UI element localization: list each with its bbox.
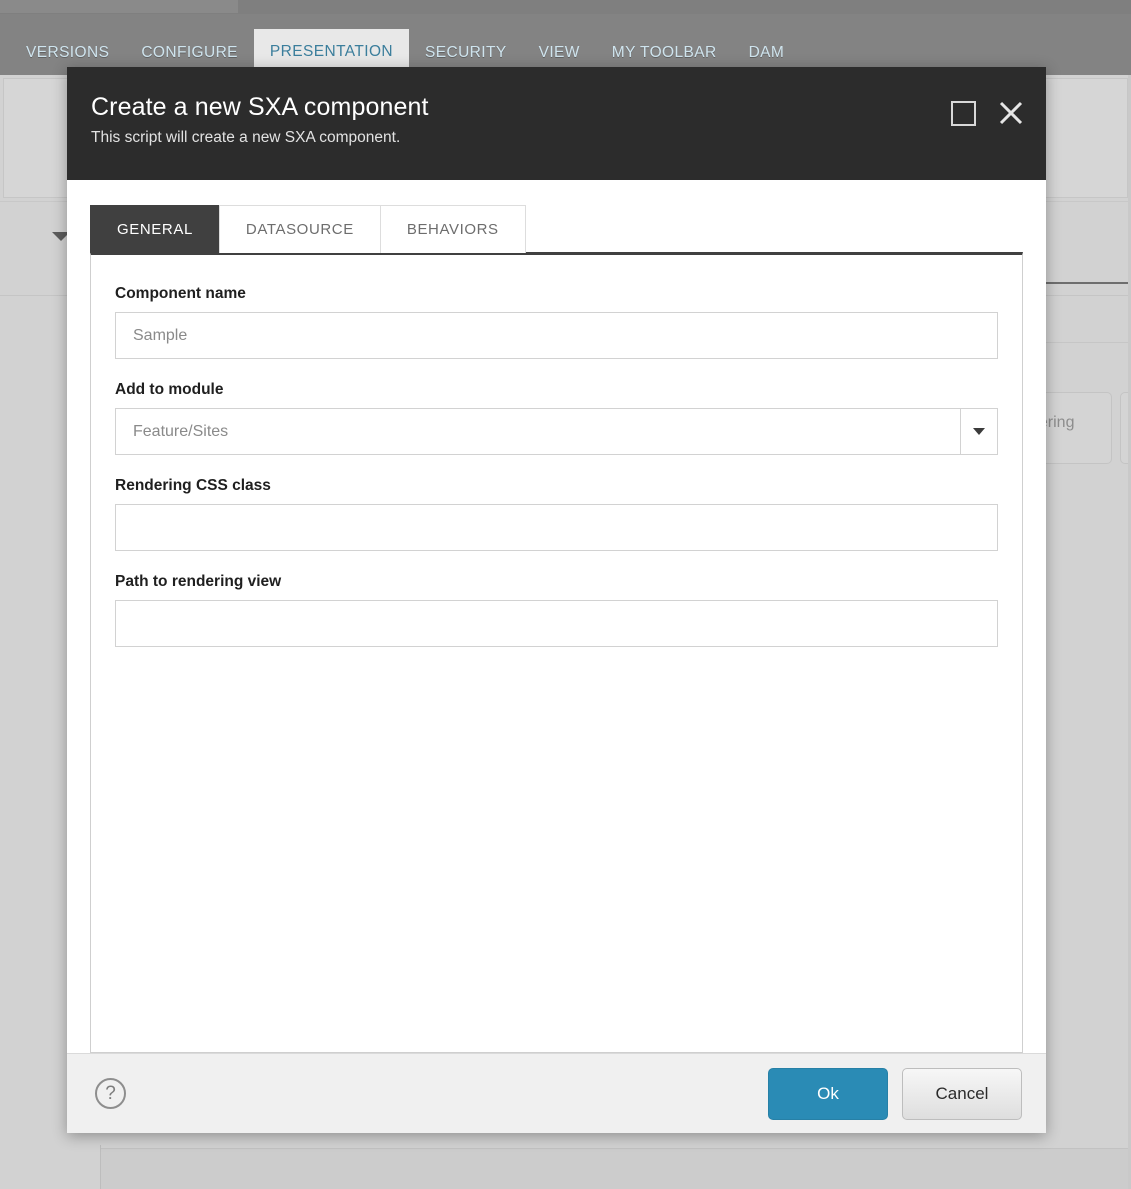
dialog-title: Create a new SXA component bbox=[91, 93, 429, 121]
dialog-footer: ? Ok Cancel bbox=[67, 1053, 1046, 1133]
background-lower-panel bbox=[101, 1148, 1131, 1189]
maximize-button[interactable] bbox=[951, 100, 976, 126]
dialog-subtitle: This script will create a new SXA compon… bbox=[91, 129, 401, 147]
tab-panel-general: Component name Add to module Rendering C… bbox=[90, 252, 1023, 1053]
rendering-css-class-input[interactable] bbox=[115, 504, 998, 551]
component-name-input[interactable] bbox=[115, 312, 998, 359]
field-rendering-css-class: Rendering CSS class bbox=[115, 477, 998, 551]
dialog-window-controls bbox=[951, 100, 1024, 126]
close-icon bbox=[999, 101, 1023, 125]
field-component-name: Component name bbox=[115, 285, 998, 359]
tab-behaviors[interactable]: BEHAVIORS bbox=[379, 205, 526, 253]
dialog-body: GENERAL DATASOURCE BEHAVIORS Component n… bbox=[67, 180, 1046, 1053]
field-label-component-name: Component name bbox=[115, 285, 246, 302]
dialog-header: Create a new SXA component This script w… bbox=[67, 67, 1046, 180]
ribbon-tab-bar: VERSIONS CONFIGURE PRESENTATION SECURITY… bbox=[0, 14, 1131, 75]
maximize-icon bbox=[951, 100, 976, 126]
dialog-tabstrip: GENERAL DATASOURCE BEHAVIORS bbox=[90, 205, 1023, 253]
chevron-down-icon bbox=[973, 428, 985, 435]
ribbon-left-nub bbox=[0, 0, 238, 13]
field-add-to-module: Add to module bbox=[115, 381, 998, 455]
tab-general[interactable]: GENERAL bbox=[90, 205, 220, 253]
tab-datasource[interactable]: DATASOURCE bbox=[218, 205, 381, 253]
ok-button[interactable]: Ok bbox=[768, 1067, 888, 1120]
background-divider-light bbox=[1040, 342, 1131, 343]
field-label-path-to-rendering-view: Path to rendering view bbox=[115, 573, 282, 590]
path-to-rendering-view-input[interactable] bbox=[115, 600, 998, 647]
ribbon-top-strip bbox=[0, 0, 1131, 15]
background-divider-dark bbox=[1040, 282, 1131, 284]
field-path-to-rendering-view: Path to rendering view bbox=[115, 573, 998, 647]
cancel-button[interactable]: Cancel bbox=[902, 1067, 1022, 1120]
add-to-module-dropdown-button[interactable] bbox=[960, 408, 998, 455]
field-label-rendering-css-class: Rendering CSS class bbox=[115, 477, 271, 494]
add-to-module-input[interactable] bbox=[115, 408, 960, 455]
add-to-module-select bbox=[115, 408, 998, 455]
question-mark-icon[interactable]: ? bbox=[95, 1078, 126, 1109]
field-label-add-to-module: Add to module bbox=[115, 381, 224, 398]
create-sxa-component-dialog: Create a new SXA component This script w… bbox=[67, 67, 1046, 1133]
close-button[interactable] bbox=[998, 100, 1024, 126]
